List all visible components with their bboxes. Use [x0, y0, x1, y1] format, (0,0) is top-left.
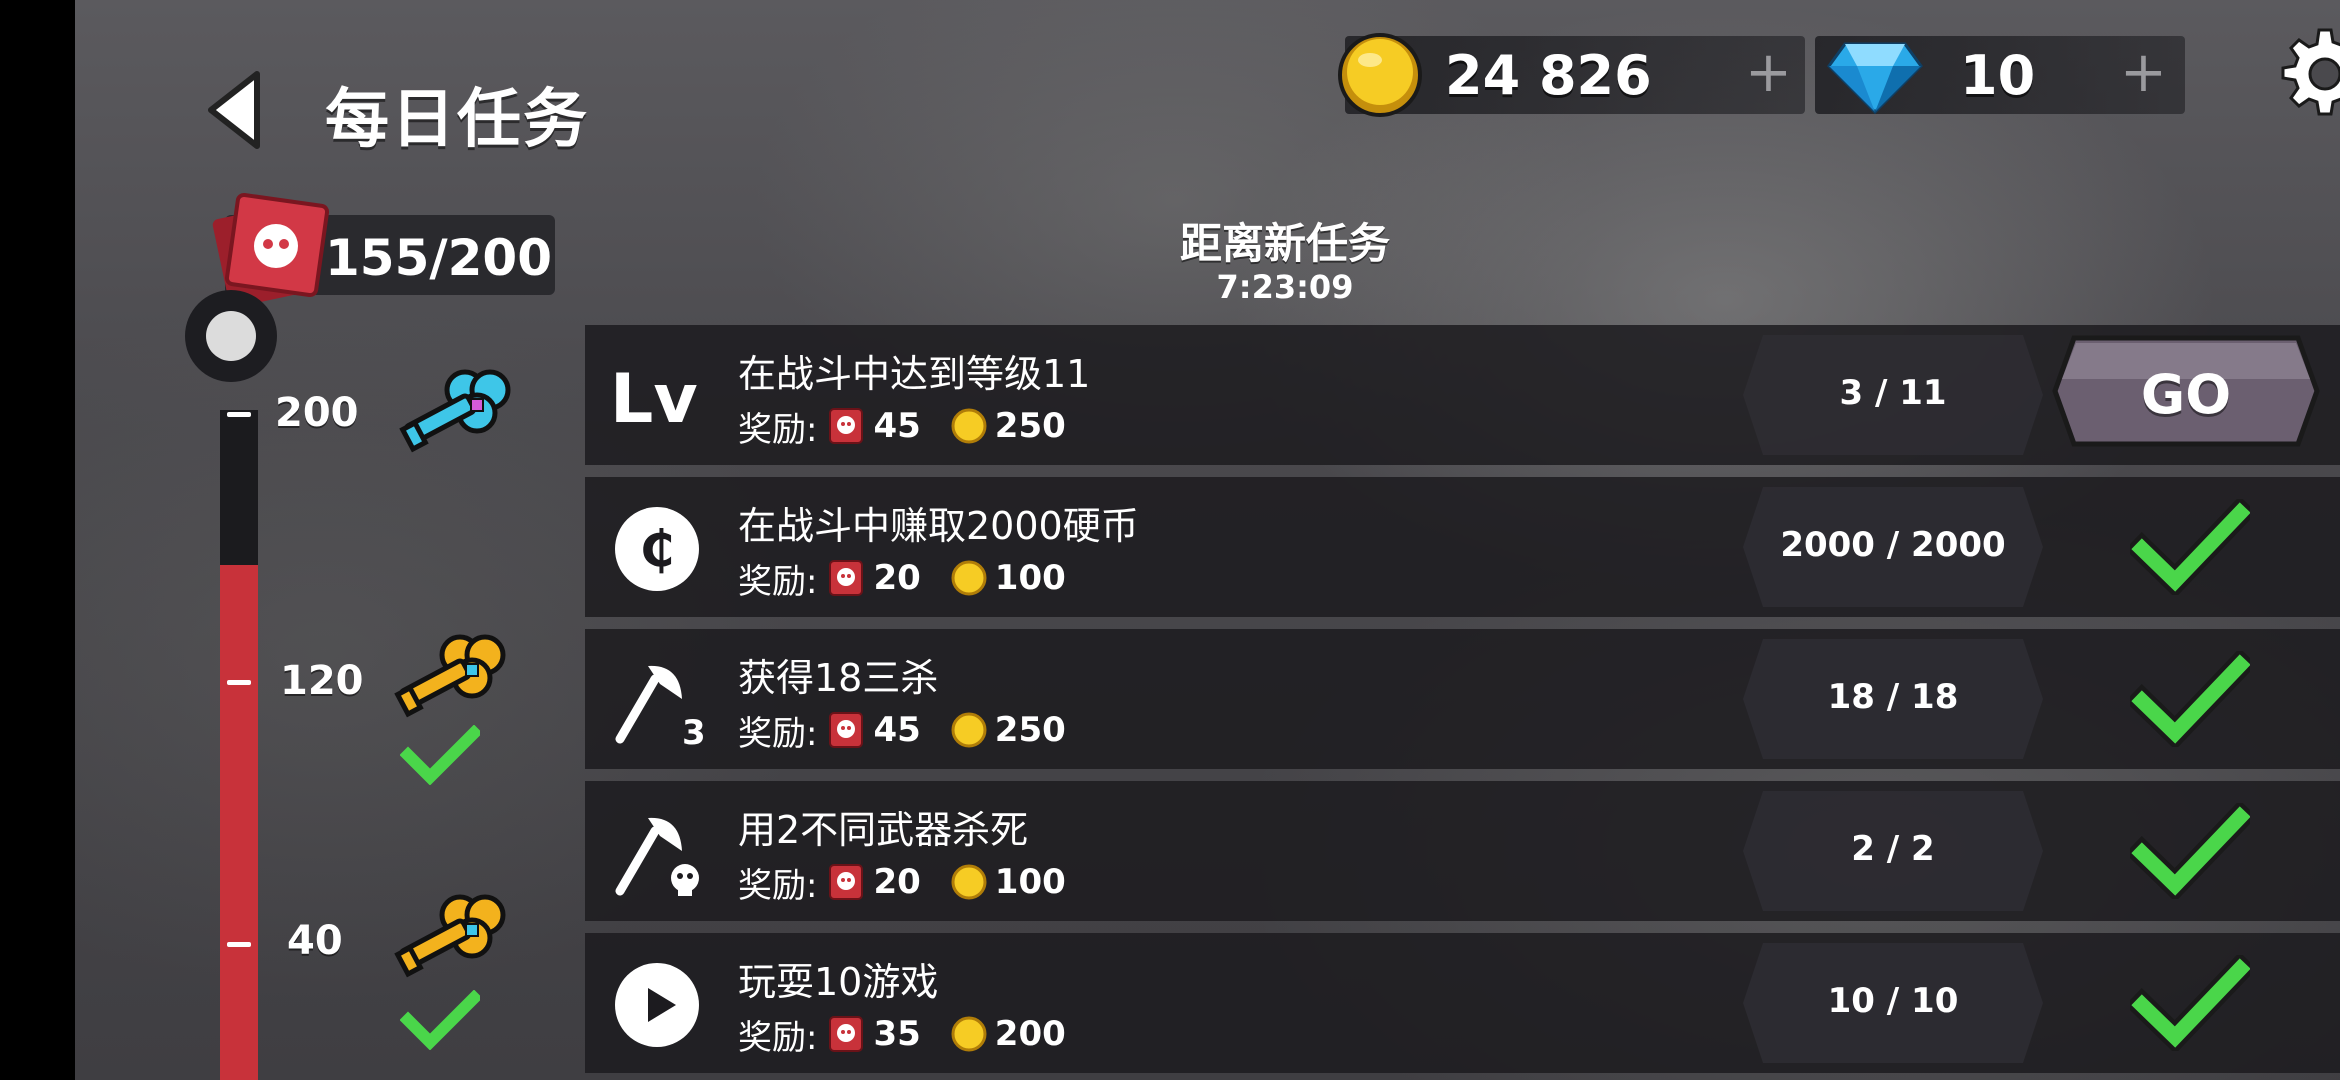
- task-title: 在战斗中达到等级11: [738, 352, 1091, 396]
- reward-label: 奖励:: [738, 713, 818, 754]
- reward-tickets: 35: [873, 1014, 921, 1054]
- page-title: 每日任务: [325, 83, 589, 157]
- coin-icon: [951, 1016, 987, 1052]
- task-title: 在战斗中赚取2000硬币: [738, 504, 1139, 548]
- completed-check-icon: [2130, 803, 2250, 899]
- task-row: 玩耍10游戏 奖励: 35 200 10 / 10: [585, 933, 2340, 1073]
- coin-icon: [951, 712, 987, 748]
- coin-icon: [1338, 33, 1422, 117]
- reward-label: 奖励:: [738, 1017, 818, 1058]
- skull-ticket-icon: [829, 712, 864, 748]
- reward-coins: 100: [994, 558, 1066, 598]
- level-icon: Lv: [610, 360, 698, 439]
- add-coins-button[interactable]: +: [1745, 40, 1792, 105]
- svg-text:₵: ₵: [640, 520, 675, 578]
- go-button-label: GO: [2140, 363, 2232, 426]
- svg-text:3: 3: [682, 713, 705, 749]
- completed-check-icon: [2130, 651, 2250, 747]
- reward-tickets: 20: [873, 558, 921, 598]
- task-progress: 3 / 11: [1743, 335, 2043, 455]
- gem-icon: [1827, 42, 1923, 115]
- skull-ticket-icon: [829, 408, 864, 444]
- reward-coins: 250: [994, 710, 1066, 750]
- task-reward: 奖励: 20 100: [738, 555, 1096, 602]
- milestone-tick: [227, 942, 251, 947]
- reward-label: 奖励:: [738, 561, 818, 602]
- game-screen: 每日任务 24 826 + 10 + 155/200 200 120 40 距离…: [75, 0, 2340, 1080]
- gem-amount: 10: [1960, 44, 2036, 107]
- settings-gear-icon[interactable]: [2275, 24, 2340, 124]
- milestone-value: 120: [280, 658, 364, 704]
- go-button[interactable]: GO: [2052, 335, 2320, 447]
- gem-balance: 10 +: [1815, 36, 2185, 115]
- reward-label: 奖励:: [738, 409, 818, 450]
- play-icon: [615, 963, 699, 1047]
- progress-knob: [185, 290, 277, 382]
- task-progress-value: 2000 / 2000: [1780, 525, 2006, 565]
- reward-tickets: 20: [873, 862, 921, 902]
- task-reward: 奖励: 35 200: [738, 1011, 1096, 1058]
- task-row: Lv 在战斗中达到等级11 奖励: 45 250 3 / 11 GO: [585, 325, 2340, 465]
- coin-icon: [951, 864, 987, 900]
- task-progress-value: 3 / 11: [1839, 373, 1947, 413]
- milestone-tick: [227, 412, 251, 417]
- task-row: ₵ 在战斗中赚取2000硬币 奖励: 20 100 2000 / 2000: [585, 477, 2340, 617]
- skull-ticket-icon: [829, 560, 864, 596]
- milestone-tick: [227, 680, 251, 685]
- back-arrow-icon[interactable]: [205, 70, 265, 150]
- task-row: 3 获得18三杀 奖励: 45 250 18 / 18: [585, 629, 2340, 769]
- task-progress: 18 / 18: [1743, 639, 2043, 759]
- coin-amount: 24 826: [1445, 44, 1652, 107]
- cyan-key-icon[interactable]: [385, 355, 515, 465]
- skull-ticket-icon: [829, 864, 864, 900]
- reward-tickets: 45: [873, 710, 921, 750]
- claimed-check-icon: [400, 990, 480, 1050]
- triple-kill-icon: 3: [615, 665, 705, 749]
- progress-fill: [220, 565, 258, 1080]
- coin-circle-icon: ₵: [615, 507, 699, 591]
- token-count: 155/200: [325, 229, 553, 287]
- task-reward: 奖励: 45 250: [738, 403, 1096, 450]
- task-progress: 2000 / 2000: [1743, 487, 2043, 607]
- progress-track: [220, 410, 258, 1080]
- completed-check-icon: [2130, 955, 2250, 1051]
- task-reward: 奖励: 45 250: [738, 707, 1096, 754]
- task-progress-value: 18 / 18: [1827, 677, 1959, 717]
- task-reward: 奖励: 20 100: [738, 859, 1096, 906]
- coin-icon: [951, 560, 987, 596]
- coin-icon: [951, 408, 987, 444]
- task-row: 用2不同武器杀死 奖励: 20 100 2 / 2: [585, 781, 2340, 921]
- task-progress-value: 2 / 2: [1851, 829, 1935, 869]
- task-title: 用2不同武器杀死: [738, 808, 1029, 852]
- task-title: 玩耍10游戏: [738, 960, 939, 1004]
- add-gems-button[interactable]: +: [2120, 40, 2167, 105]
- weapon-kill-icon: [615, 817, 699, 896]
- reward-tickets: 45: [873, 406, 921, 446]
- timer-value: 7:23:09: [1216, 268, 1354, 306]
- reward-label: 奖励:: [738, 865, 818, 906]
- gold-key-icon[interactable]: [380, 620, 510, 730]
- reward-coins: 100: [994, 862, 1066, 902]
- gold-key-icon[interactable]: [380, 880, 510, 990]
- claimed-check-icon: [400, 725, 480, 785]
- milestone-value: 40: [287, 918, 343, 964]
- reward-coins: 200: [994, 1014, 1066, 1054]
- coin-balance: 24 826 +: [1338, 33, 1805, 117]
- task-title: 获得18三杀: [738, 656, 939, 700]
- skull-ticket-icon: [829, 1016, 864, 1052]
- reward-coins: 250: [994, 406, 1066, 446]
- milestone-value: 200: [275, 390, 359, 436]
- task-progress-value: 10 / 10: [1827, 981, 1959, 1021]
- timer-label: 距离新任务: [1179, 219, 1390, 268]
- completed-check-icon: [2130, 499, 2250, 595]
- task-progress: 2 / 2: [1743, 791, 2043, 911]
- task-progress: 10 / 10: [1743, 943, 2043, 1063]
